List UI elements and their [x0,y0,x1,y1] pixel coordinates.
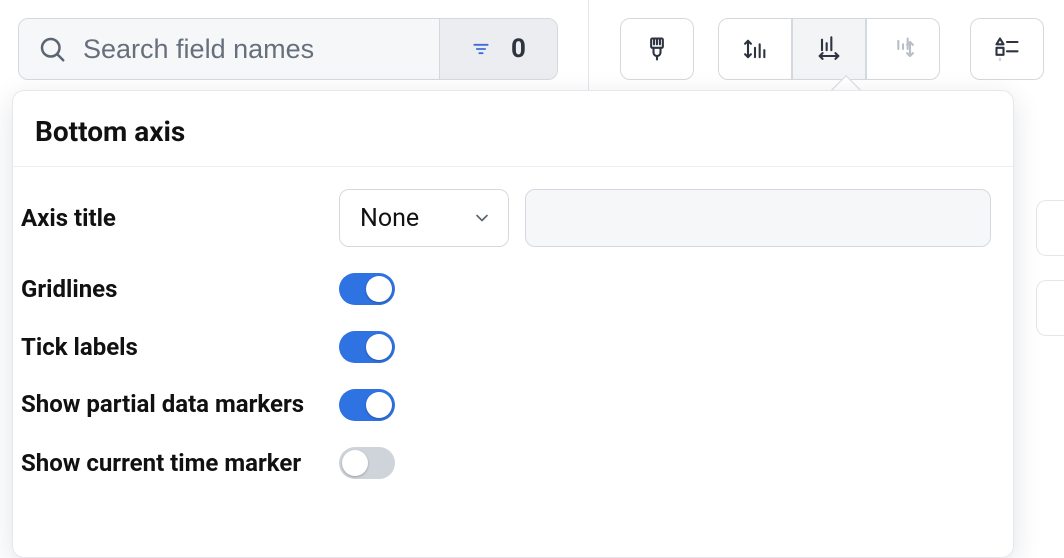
time-marker-label: Show current time marker [19,448,339,478]
gridlines-label: Gridlines [19,274,339,304]
both-axes-icon [889,35,917,63]
tick-labels-label: Tick labels [19,332,339,362]
filter-icon [471,39,491,59]
axis-settings-panel: Bottom axis Axis title None Gridlines Ti… [12,90,1014,558]
filter-count-button[interactable]: 0 [439,19,557,79]
partial-markers-toggle[interactable] [339,389,395,421]
axis-title-label: Axis title [19,203,339,233]
axis-title-mode-select[interactable]: None [339,189,509,247]
axis-title-mode-value: None [360,204,419,233]
filter-count-value: 0 [511,34,526,64]
search-input[interactable] [81,33,421,66]
axis-title-input[interactable] [525,189,991,247]
toggle-knob [366,334,392,360]
vertical-axis-icon [741,35,769,63]
chevron-down-icon [472,208,492,228]
time-marker-toggle[interactable] [339,447,395,479]
partial-markers-label: Show partial data markers [19,389,339,419]
brush-icon [643,35,671,63]
both-axes-button[interactable] [866,18,940,80]
background-chip [1036,200,1064,256]
legend-button[interactable] [970,18,1044,80]
legend-icon [993,35,1021,63]
panel-title: Bottom axis [35,115,991,148]
toolbar-divider [588,0,589,102]
horizontal-axis-icon [815,35,843,63]
toggle-knob [342,450,368,476]
search-icon [37,34,67,64]
appearance-button[interactable] [620,18,694,80]
gridlines-toggle[interactable] [339,273,395,305]
background-chip [1036,280,1064,336]
tick-labels-toggle[interactable] [339,331,395,363]
bottom-axis-button[interactable] [792,18,866,80]
left-axis-button[interactable] [718,18,792,80]
toggle-knob [366,392,392,418]
search-container: 0 [18,18,558,80]
toggle-knob [366,276,392,302]
